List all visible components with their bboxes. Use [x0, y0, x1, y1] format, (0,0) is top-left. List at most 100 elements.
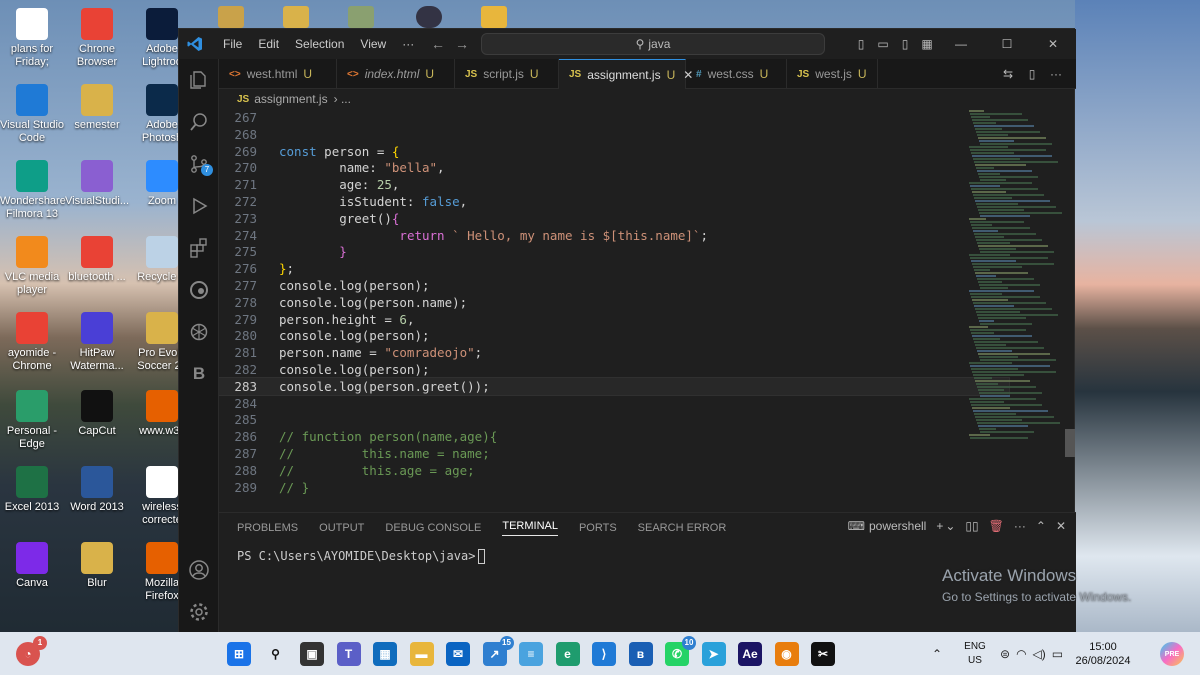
desktop-icon[interactable]: VisualStudi...: [65, 160, 129, 208]
blackbox-icon[interactable]: B: [179, 353, 219, 395]
notepad-icon[interactable]: ≡: [519, 642, 543, 666]
minimap[interactable]: [969, 109, 1064, 509]
editor-tab[interactable]: JS assignment.js U ✕: [559, 59, 693, 89]
panel-tab[interactable]: SEARCH ERROR: [638, 522, 727, 534]
desktop-icon[interactable]: VLC media player: [0, 236, 64, 297]
blender-icon[interactable]: ◉: [774, 642, 799, 666]
task-view-icon[interactable]: ▣: [300, 642, 324, 666]
code-line[interactable]: 287 // this.name = name;: [219, 445, 1009, 462]
manage-gear-icon[interactable]: [179, 591, 219, 633]
status-icons[interactable]: ⊜ ◠ ◁) ▭: [1000, 632, 1063, 675]
code-line[interactable]: 270 name: "bella",: [219, 159, 1009, 176]
editor-tab[interactable]: # west.css U: [686, 59, 787, 89]
menu-item[interactable]: ···: [394, 37, 422, 51]
phone-link-icon[interactable]: ↗ 15: [482, 636, 514, 666]
layout-icon[interactable]: ▦: [916, 37, 938, 51]
breadcrumb-file[interactable]: assignment.js: [254, 92, 327, 106]
desktop-icon[interactable]: ayomide - Chrome: [0, 312, 64, 373]
panel-tab[interactable]: TERMINAL: [502, 520, 558, 536]
desktop-icon[interactable]: Excel 2013: [0, 466, 64, 514]
code-line[interactable]: 285: [219, 411, 1009, 428]
extensions-icon[interactable]: [179, 227, 219, 269]
accounts-icon[interactable]: [179, 549, 219, 591]
code-line[interactable]: 269 const person = {: [219, 143, 1009, 160]
desktop-icon[interactable]: Canva: [0, 542, 64, 590]
menu-item[interactable]: View: [352, 37, 394, 51]
code-line[interactable]: 276};: [219, 260, 1009, 277]
desktop-icon-partial[interactable]: [218, 6, 244, 28]
copilot-icon[interactable]: PRE: [1160, 642, 1184, 666]
code-line[interactable]: 275 }: [219, 243, 1009, 260]
code-line[interactable]: 283 console.log(person.greet());: [219, 376, 1010, 396]
search-icon[interactable]: ⚲: [264, 642, 288, 666]
windows-start-icon[interactable]: ⊞: [227, 642, 251, 666]
edge-extension-icon[interactable]: [179, 269, 219, 311]
trash-icon[interactable]: 🗑: [989, 519, 1004, 533]
whatsapp-icon[interactable]: ✆ 10: [665, 636, 696, 666]
desktop-icon-partial[interactable]: [348, 6, 374, 28]
new-terminal-icon[interactable]: +: [936, 519, 943, 533]
shell-name[interactable]: powershell: [869, 519, 926, 533]
code-line[interactable]: 280 console.log(person);: [219, 327, 1009, 344]
desktop-icon[interactable]: Blur: [65, 542, 129, 590]
desktop-icon-partial[interactable]: [283, 6, 309, 28]
editor-tab[interactable]: JS west.js U: [787, 59, 878, 89]
chatgpt-icon[interactable]: [179, 311, 219, 353]
maximize-button[interactable]: ☐: [984, 37, 1030, 51]
panel-tab[interactable]: PORTS: [579, 522, 617, 534]
code-line[interactable]: 286 // function person(name,age){: [219, 428, 1009, 445]
code-line[interactable]: 273 greet(){: [219, 210, 1009, 227]
telegram-icon[interactable]: ➤: [701, 642, 726, 666]
clock[interactable]: 15:00 26/08/2024: [1072, 640, 1134, 668]
editor-tab[interactable]: JS script.js U: [455, 59, 559, 89]
split-editor-icon[interactable]: ▯: [1020, 67, 1044, 81]
code-line[interactable]: 279 person.height = 6,: [219, 311, 1009, 328]
split-terminal-icon[interactable]: ▯▯: [965, 519, 978, 533]
desktop-icon[interactable]: Word 2013: [65, 466, 129, 514]
code-line[interactable]: 288 // this.age = age;: [219, 462, 1009, 479]
panel-tab[interactable]: OUTPUT: [319, 522, 364, 534]
close-button[interactable]: ✕: [1030, 37, 1076, 51]
desktop-icon[interactable]: Wondershare Filmora 13: [0, 160, 66, 221]
teams-icon[interactable]: T: [336, 642, 361, 666]
toggle-panel-icon[interactable]: ▭: [872, 37, 894, 51]
desktop-icon[interactable]: CapCut: [65, 390, 129, 438]
desktop-icon[interactable]: Chrone Browser: [65, 8, 129, 69]
code-line[interactable]: 267: [219, 109, 1009, 126]
code-editor[interactable]: 267 268 269 const person = {270 name: "bell…: [219, 109, 1069, 512]
code-line[interactable]: 271 age: 25,: [219, 176, 1009, 193]
store-icon[interactable]: ▦: [373, 642, 397, 666]
chevron-up-icon[interactable]: ⌃: [932, 647, 942, 661]
desktop-icon[interactable]: bluetooth ...: [65, 236, 129, 284]
desktop-icon[interactable]: semester: [65, 84, 129, 132]
maximize-panel-icon[interactable]: ⌃: [1036, 519, 1046, 533]
after-effects-icon[interactable]: Ae: [738, 642, 762, 666]
code-line[interactable]: 289 // }: [219, 479, 1009, 496]
edge-icon[interactable]: e: [555, 642, 580, 666]
code-line[interactable]: 281 person.name = "comradeojo";: [219, 344, 1009, 361]
minimize-button[interactable]: —: [938, 37, 984, 51]
toggle-sidebar-icon[interactable]: ▯: [850, 37, 872, 51]
chevron-down-icon[interactable]: ⌄: [945, 519, 955, 533]
language-indicator[interactable]: ENG US: [958, 640, 992, 668]
code-line[interactable]: 278 console.log(person.name);: [219, 294, 1009, 311]
terminal-output[interactable]: PS C:\Users\AYOMIDE\Desktop\java>: [237, 549, 486, 564]
panel-tab[interactable]: PROBLEMS: [237, 522, 298, 534]
explorer-icon[interactable]: [179, 59, 219, 101]
widgets-icon[interactable]: ◔ 1: [16, 636, 47, 666]
menu-item[interactable]: Edit: [250, 37, 287, 51]
desktop-icon-partial[interactable]: [481, 6, 507, 28]
desktop-icon[interactable]: Visual Studio Code: [0, 84, 64, 145]
search-icon[interactable]: [179, 101, 219, 143]
editor-tab[interactable]: <> index.html U: [337, 59, 455, 89]
command-center-search[interactable]: ⚲ java: [481, 33, 825, 55]
compare-icon[interactable]: ⇆: [996, 67, 1020, 81]
more-actions-icon[interactable]: ···: [1014, 519, 1026, 533]
panel-tab[interactable]: DEBUG CONSOLE: [385, 522, 481, 534]
desktop-icon[interactable]: plans for Friday;: [0, 8, 64, 69]
desktop-icon-partial[interactable]: [416, 6, 442, 28]
mail-icon[interactable]: ✉: [446, 642, 470, 666]
source-control-icon[interactable]: 7: [179, 143, 219, 185]
vscode-icon[interactable]: ⟩: [592, 642, 616, 666]
toggle-secondary-sidebar-icon[interactable]: ▯: [894, 37, 916, 51]
